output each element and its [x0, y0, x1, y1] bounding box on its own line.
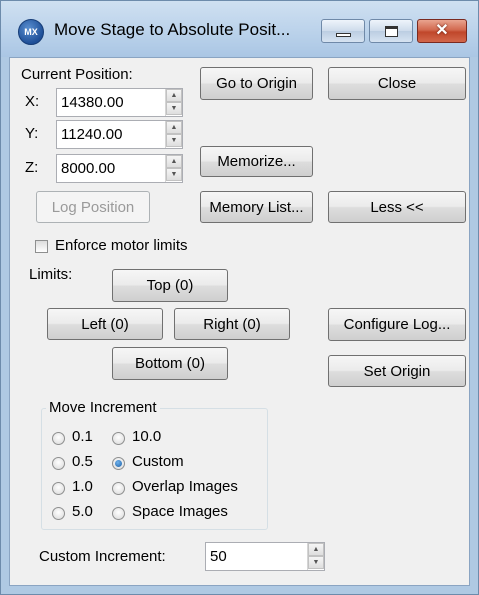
- x-position-input[interactable]: [57, 89, 166, 116]
- enforce-motor-limits-label: Enforce motor limits: [55, 237, 188, 254]
- radio-5-0[interactable]: [52, 507, 65, 520]
- maximize-icon: [385, 26, 398, 37]
- enforce-motor-limits-checkbox[interactable]: [35, 240, 48, 253]
- memorize-button[interactable]: Memorize...: [200, 146, 313, 177]
- app-icon: MX: [18, 19, 44, 45]
- limit-top-button[interactable]: Top (0): [112, 269, 228, 302]
- y-decrease-button[interactable]: ▼: [166, 134, 182, 147]
- radio-5-0-label: 5.0: [72, 503, 93, 520]
- log-position-button: Log Position: [36, 191, 150, 223]
- radio-10-0-label: 10.0: [132, 428, 162, 445]
- radio-1-0-label: 1.0: [72, 478, 93, 495]
- custom-increment-input[interactable]: [206, 543, 308, 570]
- title-bar[interactable]: MX Move Stage to Absolute Posit... ✕: [1, 1, 478, 57]
- radio-custom[interactable]: [112, 457, 125, 470]
- configure-log-button[interactable]: Configure Log...: [328, 308, 466, 341]
- maximize-button[interactable]: [369, 19, 413, 43]
- memory-list-button[interactable]: Memory List...: [200, 191, 313, 223]
- z-label: Z:: [25, 159, 39, 176]
- window-title: Move Stage to Absolute Posit...: [54, 20, 291, 39]
- limits-label: Limits:: [29, 266, 73, 283]
- z-position-spinner[interactable]: ▲ ▼: [56, 154, 183, 183]
- radio-space-images-label: Space Images: [132, 503, 228, 520]
- radio-1-0[interactable]: [52, 482, 65, 495]
- limit-right-button[interactable]: Right (0): [174, 308, 290, 340]
- y-increase-button[interactable]: ▲: [166, 121, 182, 134]
- x-increase-button[interactable]: ▲: [166, 89, 182, 102]
- z-decrease-button[interactable]: ▼: [166, 168, 182, 181]
- custom-increment-label: Custom Increment:: [39, 548, 166, 565]
- close-button[interactable]: Close: [328, 67, 466, 100]
- custom-decrease-button[interactable]: ▼: [308, 556, 324, 569]
- radio-custom-label: Custom: [132, 453, 184, 470]
- limit-left-button[interactable]: Left (0): [47, 308, 163, 340]
- custom-increase-button[interactable]: ▲: [308, 543, 324, 556]
- z-position-input[interactable]: [57, 155, 166, 182]
- limit-bottom-button[interactable]: Bottom (0): [112, 347, 228, 380]
- dialog-body: Current Position: X: ▲ ▼ Y: ▲ ▼ Z: ▲ ▼: [9, 57, 470, 586]
- radio-0-5-label: 0.5: [72, 453, 93, 470]
- less-button[interactable]: Less <<: [328, 191, 466, 223]
- y-position-spinner[interactable]: ▲ ▼: [56, 120, 183, 149]
- x-decrease-button[interactable]: ▼: [166, 102, 182, 115]
- radio-overlap-images[interactable]: [112, 482, 125, 495]
- move-increment-title: Move Increment: [46, 399, 160, 416]
- radio-0-5[interactable]: [52, 457, 65, 470]
- minimize-button[interactable]: [321, 19, 365, 43]
- move-increment-group: Move Increment 0.1 10.0 0.5 Custom 1.0 O…: [41, 399, 268, 530]
- radio-10-0[interactable]: [112, 432, 125, 445]
- window-close-button[interactable]: ✕: [417, 19, 467, 43]
- z-increase-button[interactable]: ▲: [166, 155, 182, 168]
- move-stage-window: MX Move Stage to Absolute Posit... ✕ Cur…: [0, 0, 479, 595]
- x-label: X:: [25, 93, 40, 110]
- radio-overlap-images-label: Overlap Images: [132, 478, 238, 495]
- set-origin-button[interactable]: Set Origin: [328, 355, 466, 387]
- radio-space-images[interactable]: [112, 507, 125, 520]
- radio-0-1[interactable]: [52, 432, 65, 445]
- x-position-spinner[interactable]: ▲ ▼: [56, 88, 183, 117]
- close-icon: ✕: [435, 22, 449, 39]
- minimize-icon: [336, 33, 351, 37]
- radio-0-1-label: 0.1: [72, 428, 93, 445]
- y-label: Y:: [25, 125, 39, 142]
- current-position-label: Current Position:: [21, 66, 133, 83]
- y-position-input[interactable]: [57, 121, 166, 148]
- go-to-origin-button[interactable]: Go to Origin: [200, 67, 313, 100]
- custom-increment-spinner[interactable]: ▲ ▼: [205, 542, 325, 571]
